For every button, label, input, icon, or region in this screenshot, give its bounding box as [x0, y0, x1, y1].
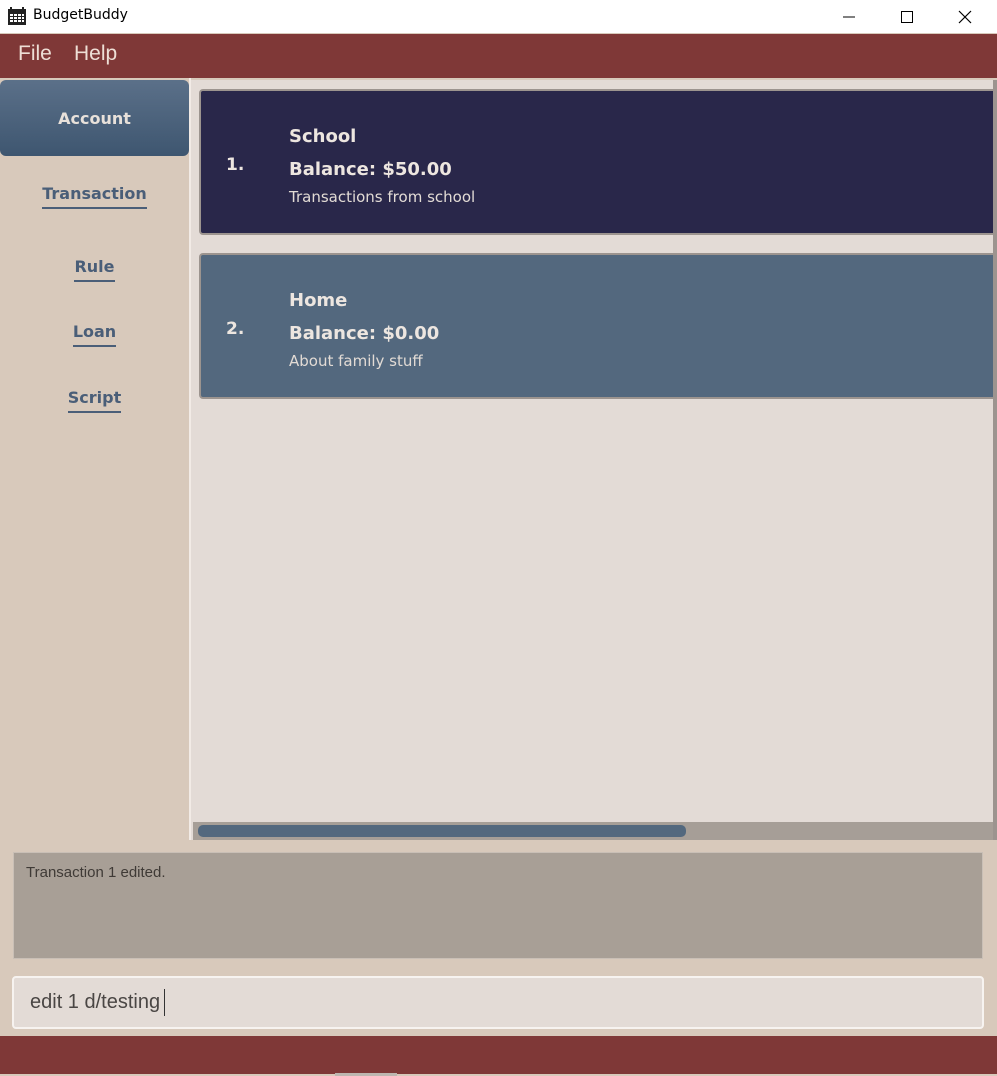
menu-help[interactable]: Help — [74, 42, 117, 66]
window-title: BudgetBuddy — [33, 7, 128, 23]
result-display: Transaction 1 edited. — [13, 852, 983, 959]
sidebar-item-label: Rule — [74, 257, 115, 282]
sidebar-item-transaction[interactable]: Transaction — [0, 184, 189, 209]
window-titlebar: BudgetBuddy — [0, 0, 997, 33]
calendar-icon — [8, 7, 26, 25]
maximize-icon — [901, 10, 913, 23]
account-balance: Balance: $50.00 — [289, 159, 452, 180]
sidebar-item-rule[interactable]: Rule — [0, 257, 189, 282]
menu-bar: File Help — [0, 34, 997, 78]
account-description: About family stuff — [289, 352, 423, 370]
text-caret — [164, 989, 165, 1016]
sidebar-item-label: Loan — [72, 322, 117, 347]
close-icon — [958, 10, 972, 23]
sidebar-item-label: Transaction — [42, 184, 147, 209]
horizontal-scrollbar[interactable] — [193, 822, 993, 840]
minimize-button[interactable] — [820, 0, 878, 33]
sidebar-item-loan[interactable]: Loan — [0, 322, 189, 347]
close-button[interactable] — [936, 0, 994, 33]
scrollbar-thumb[interactable] — [198, 825, 686, 837]
minimize-icon — [843, 16, 855, 17]
list-right-edge — [993, 80, 997, 840]
command-text: edit 1 d/testing — [30, 991, 161, 1013]
menu-file[interactable]: File — [18, 42, 52, 66]
status-bar — [0, 1036, 997, 1074]
sidebar-item-script[interactable]: Script — [0, 388, 189, 413]
account-index: 1. — [226, 155, 245, 175]
sidebar-item-label: Account — [58, 108, 131, 128]
result-message: Transaction 1 edited. — [26, 864, 166, 881]
account-index: 2. — [226, 319, 245, 339]
account-balance: Balance: $0.00 — [289, 323, 440, 344]
maximize-button[interactable] — [878, 0, 936, 33]
command-input[interactable]: edit 1 d/testing — [12, 976, 984, 1029]
account-name: Home — [289, 290, 348, 311]
sidebar-item-label: Script — [67, 388, 122, 413]
account-description: Transactions from school — [289, 188, 476, 206]
account-card[interactable]: 1. School Balance: $50.00 Transactions f… — [199, 89, 997, 235]
account-name: School — [289, 126, 357, 147]
sidebar-item-account[interactable]: Account — [0, 80, 189, 156]
account-card[interactable]: 2. Home Balance: $0.00 About family stuf… — [199, 253, 997, 399]
